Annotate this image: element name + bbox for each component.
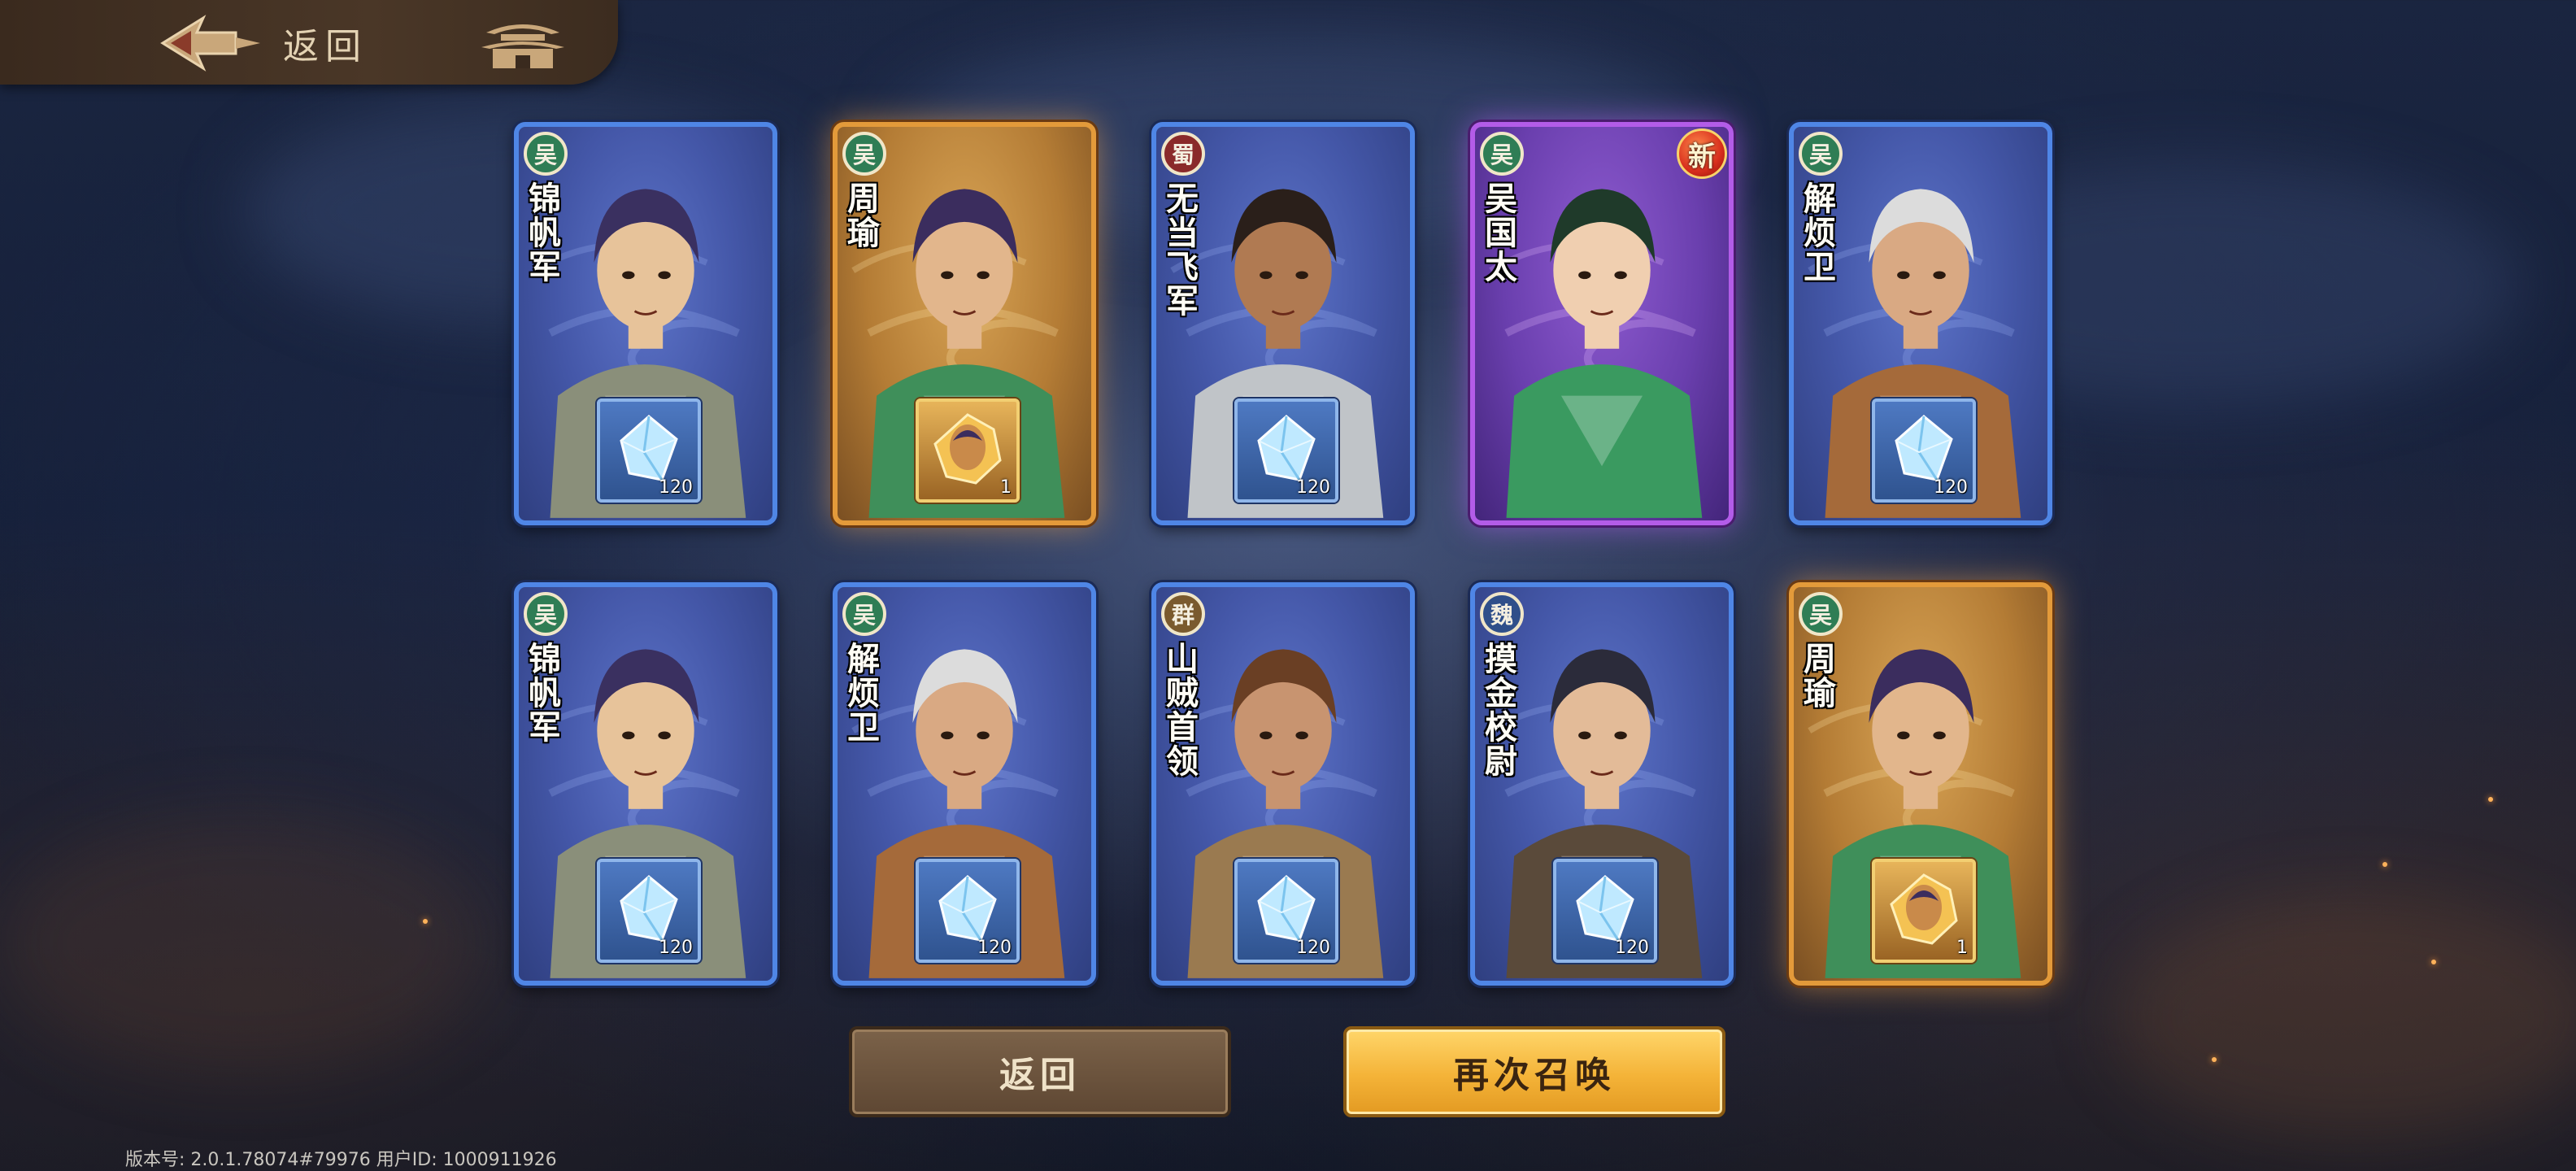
hero-name: 周瑜 [1804, 640, 1836, 712]
hero-card[interactable]: 吴锦帆军 120 [514, 582, 777, 986]
version-info: 版本号: 2.0.1.78074#79976 用户ID: 1000911926 [125, 1150, 557, 1170]
crystal-icon [620, 415, 678, 481]
crystal-reward[interactable]: 120 [1234, 398, 1338, 503]
hero-name: 周瑜 [847, 180, 880, 252]
hero-shard-reward[interactable]: 1 [1872, 859, 1976, 963]
hero-card[interactable]: 吴吴国太 新 [1470, 122, 1734, 525]
faction-badge: 吴 [1480, 132, 1524, 176]
ember-spark [2212, 1057, 2217, 1062]
palace-icon [481, 24, 564, 68]
reward-count: 120 [977, 938, 1012, 958]
ember-spark [2382, 862, 2387, 867]
faction-badge: 群 [1161, 592, 1205, 636]
palace-home-button[interactable] [478, 15, 568, 72]
hero-card[interactable]: 群山贼首领 120 [1151, 582, 1415, 986]
faction-badge: 吴 [1799, 592, 1843, 636]
top-nav-bar: 返回 [0, 0, 618, 85]
ember-spark [2488, 797, 2493, 802]
hero-card[interactable]: 吴解烦卫 120 [1789, 122, 2052, 525]
back-button[interactable]: 返回 [849, 1026, 1231, 1117]
crystal-icon [1257, 415, 1316, 481]
faction-badge: 蜀 [1161, 132, 1205, 176]
hero-name: 解烦卫 [847, 640, 880, 747]
crystal-icon [1576, 875, 1634, 942]
ember-spark [423, 919, 428, 924]
reward-count: 1 [1956, 938, 1968, 958]
crystal-icon [1895, 415, 1953, 481]
crystal-reward[interactable]: 120 [1234, 859, 1338, 963]
ember-spark [2431, 960, 2436, 964]
hero-name: 山贼首领 [1166, 640, 1199, 781]
crystal-reward[interactable]: 120 [916, 859, 1020, 963]
summon-again-button[interactable]: 再次召唤 [1343, 1026, 1725, 1117]
faction-badge: 吴 [1799, 132, 1843, 176]
back-arrow-icon [160, 15, 260, 72]
hero-name: 锦帆军 [529, 640, 561, 747]
crystal-reward[interactable]: 120 [597, 398, 701, 503]
crystal-reward[interactable]: 120 [1553, 859, 1657, 963]
crystal-icon [620, 875, 678, 942]
summon-again-label: 再次召唤 [1453, 1055, 1616, 1096]
reward-count: 1 [1000, 477, 1012, 498]
hero-card[interactable]: 吴周瑜 1 [1789, 582, 2052, 986]
faction-badge: 吴 [524, 592, 568, 636]
reward-count: 120 [1615, 938, 1649, 958]
reward-count: 120 [1296, 938, 1330, 958]
hero-shard-reward[interactable]: 1 [916, 398, 1020, 503]
hero-name: 解烦卫 [1804, 180, 1836, 286]
crystal-icon [938, 875, 997, 942]
faction-badge: 吴 [842, 592, 886, 636]
crystal-reward[interactable]: 120 [597, 859, 701, 963]
background-cloud [2114, 895, 2576, 1138]
hero-card[interactable]: 吴周瑜 1 [833, 122, 1096, 525]
back-button-label: 返回 [999, 1055, 1081, 1096]
topbar-back-label: 返回 [283, 26, 368, 67]
hero-card[interactable]: 吴解烦卫 120 [833, 582, 1096, 986]
faction-badge: 吴 [842, 132, 886, 176]
reward-count: 120 [659, 938, 693, 958]
hero-card[interactable]: 蜀无当飞军 120 [1151, 122, 1415, 525]
hero-card[interactable]: 魏摸金校尉 120 [1470, 582, 1734, 986]
hero-name: 锦帆军 [529, 180, 561, 286]
faction-badge: 魏 [1480, 592, 1524, 636]
background-cloud [0, 813, 488, 1073]
reward-count: 120 [1934, 477, 1968, 498]
crystal-reward[interactable]: 120 [1872, 398, 1976, 503]
hero-card[interactable]: 吴锦帆军 120 [514, 122, 777, 525]
hero-name: 吴国太 [1485, 180, 1517, 286]
hero-shard-icon [1890, 873, 1958, 945]
new-badge: 新 [1677, 128, 1727, 179]
hero-name: 无当飞军 [1166, 180, 1199, 320]
topbar-back-button[interactable]: 返回 [146, 15, 368, 72]
reward-count: 120 [1296, 477, 1330, 498]
hero-shard-icon [933, 413, 1002, 485]
crystal-icon [1257, 875, 1316, 942]
reward-count: 120 [659, 477, 693, 498]
hero-name: 摸金校尉 [1485, 640, 1517, 781]
faction-badge: 吴 [524, 132, 568, 176]
